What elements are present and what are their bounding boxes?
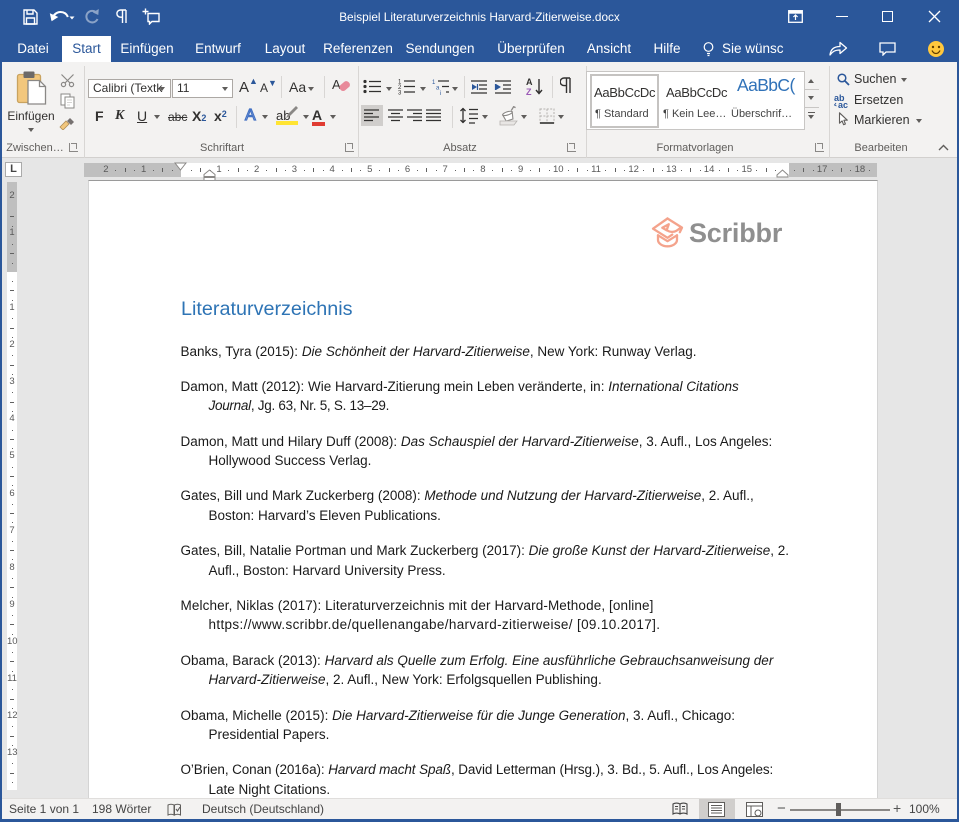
svg-text:A: A <box>332 77 341 92</box>
svg-text:ac: ac <box>838 100 848 108</box>
svg-text:Z: Z <box>526 87 532 96</box>
svg-text:A: A <box>526 77 533 87</box>
svg-text:3: 3 <box>398 91 402 96</box>
svg-text:i: i <box>440 91 441 95</box>
